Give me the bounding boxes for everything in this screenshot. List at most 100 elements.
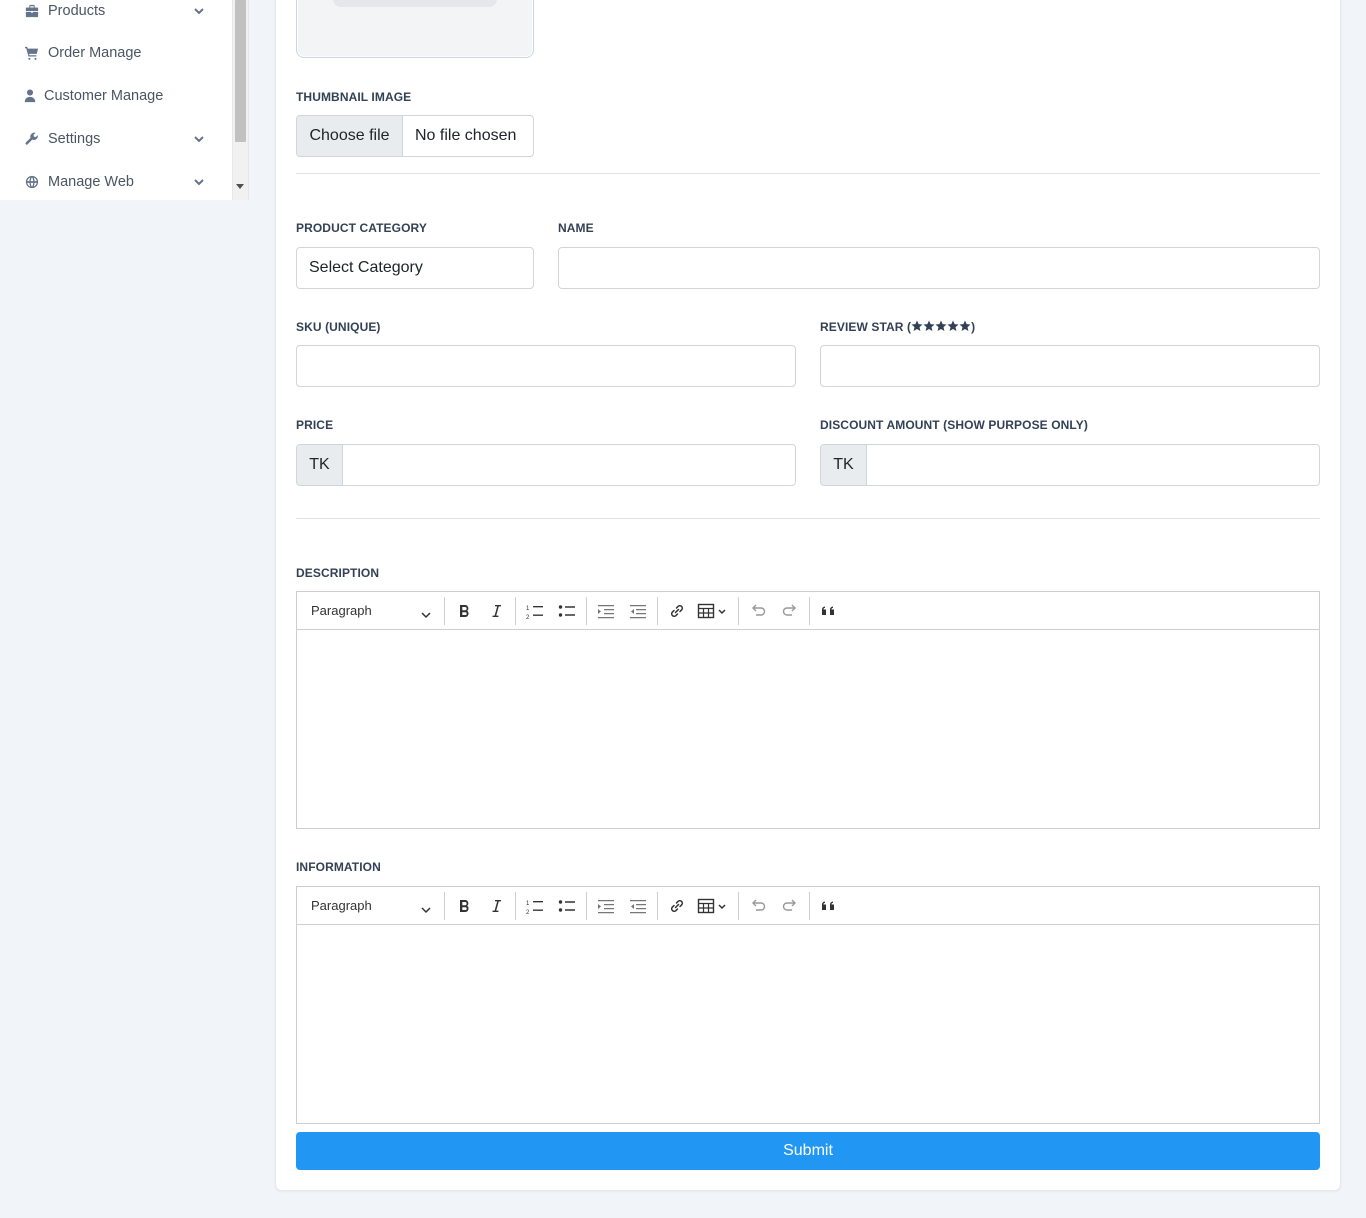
outdent-icon[interactable] <box>623 596 653 626</box>
undo-icon[interactable] <box>743 891 773 921</box>
choose-file-button[interactable]: Choose file <box>297 116 403 156</box>
toolbar-separator <box>657 596 658 625</box>
sidebar-item-label: Products <box>48 3 106 19</box>
indent-icon[interactable] <box>591 891 621 921</box>
description-content-area[interactable] <box>297 630 1319 828</box>
price-input[interactable] <box>343 445 795 485</box>
description-label: DESCRIPTION <box>296 566 380 580</box>
bold-icon[interactable] <box>449 596 479 626</box>
image-preview-placeholder <box>333 0 497 7</box>
undo-icon[interactable] <box>743 596 773 626</box>
wrench-icon <box>24 131 40 147</box>
star-icon <box>923 320 935 332</box>
review-star-input[interactable] <box>820 345 1320 387</box>
numbered-list-icon[interactable]: 12 <box>520 891 550 921</box>
description-editor: Paragraph 12 <box>296 591 1320 829</box>
sidebar-item-label: Order Manage <box>48 45 142 61</box>
blockquote-icon[interactable] <box>814 596 844 626</box>
sidebar: Products Order Manage Customer Manage Se… <box>0 0 249 200</box>
category-label: PRODUCT CATEGORY <box>296 221 427 235</box>
toolbar-separator <box>657 891 658 920</box>
indent-icon[interactable] <box>591 596 621 626</box>
briefcase-icon <box>24 3 40 19</box>
sidebar-item-order-manage[interactable]: Order Manage <box>24 41 214 65</box>
star-icon <box>935 320 947 332</box>
information-content-area[interactable] <box>297 925 1319 1123</box>
review-star-label-prefix: REVIEW STAR ( <box>820 320 912 334</box>
link-icon[interactable] <box>662 596 692 626</box>
submit-button[interactable]: Submit <box>296 1132 1320 1170</box>
svg-text:2: 2 <box>526 615 530 620</box>
sku-label: SKU (UNIQUE) <box>296 320 381 334</box>
scroll-down-arrow-icon[interactable] <box>236 184 244 189</box>
link-icon[interactable] <box>662 891 692 921</box>
toolbar-separator <box>738 596 739 625</box>
editor-toolbar: Paragraph 12 <box>297 592 1319 630</box>
heading-dropdown-value: Paragraph <box>311 603 372 618</box>
table-icon[interactable] <box>694 891 734 921</box>
italic-icon[interactable] <box>481 596 511 626</box>
cart-icon <box>24 45 40 61</box>
chevron-down-icon <box>421 607 431 622</box>
chevron-down-icon <box>192 175 206 189</box>
price-currency-addon: TK <box>297 445 343 485</box>
chevron-down-icon <box>192 132 206 146</box>
sidebar-item-customer-manage[interactable]: Customer Manage <box>24 84 214 108</box>
sidebar-item-manage-web[interactable]: Manage Web <box>24 170 214 194</box>
category-select[interactable]: Select Category <box>296 247 534 289</box>
price-label: PRICE <box>296 418 334 432</box>
sidebar-item-products[interactable]: Products <box>24 0 214 23</box>
discount-input[interactable] <box>867 445 1319 485</box>
svg-text:1: 1 <box>526 606 530 612</box>
redo-icon[interactable] <box>775 596 805 626</box>
toolbar-separator <box>515 891 516 920</box>
redo-icon[interactable] <box>775 891 805 921</box>
sidebar-item-label: Manage Web <box>48 174 134 190</box>
discount-input-group[interactable]: TK <box>820 444 1320 486</box>
heading-dropdown[interactable]: Paragraph <box>299 891 441 921</box>
outdent-icon[interactable] <box>623 891 653 921</box>
bold-icon[interactable] <box>449 891 479 921</box>
review-star-label: REVIEW STAR () <box>820 320 975 334</box>
star-icon <box>911 320 923 332</box>
toolbar-separator <box>809 891 810 920</box>
sidebar-item-label: Settings <box>48 131 101 147</box>
bulleted-list-icon[interactable] <box>552 891 582 921</box>
toolbar-separator <box>444 596 445 625</box>
thumbnail-file-input[interactable]: Choose file No file chosen <box>296 115 534 157</box>
discount-label: DISCOUNT AMOUNT (SHOW PURPOSE ONLY) <box>820 418 1088 432</box>
chevron-down-icon <box>421 902 431 917</box>
toolbar-separator <box>444 891 445 920</box>
editor-toolbar: Paragraph 12 <box>297 887 1319 925</box>
star-icon <box>959 320 971 332</box>
price-input-group[interactable]: TK <box>296 444 796 486</box>
thumbnail-label: THUMBNAIL IMAGE <box>296 90 412 104</box>
table-icon[interactable] <box>694 596 734 626</box>
user-icon <box>24 88 36 104</box>
review-star-label-suffix: ) <box>971 320 976 334</box>
blockquote-icon[interactable] <box>814 891 844 921</box>
information-editor: Paragraph 12 <box>296 886 1320 1124</box>
divider <box>296 173 1320 174</box>
globe-icon <box>24 174 40 190</box>
heading-dropdown[interactable]: Paragraph <box>299 596 441 626</box>
sku-input[interactable] <box>296 345 796 387</box>
discount-currency-addon: TK <box>821 445 867 485</box>
information-label: INFORMATION <box>296 860 381 874</box>
svg-text:1: 1 <box>526 901 530 907</box>
numbered-list-icon[interactable]: 12 <box>520 596 550 626</box>
italic-icon[interactable] <box>481 891 511 921</box>
sidebar-item-label: Customer Manage <box>44 88 164 104</box>
stars <box>911 320 971 334</box>
divider <box>296 518 1320 519</box>
bulleted-list-icon[interactable] <box>552 596 582 626</box>
toolbar-separator <box>586 596 587 625</box>
file-status: No file chosen <box>415 127 517 144</box>
name-input[interactable] <box>558 247 1320 289</box>
sidebar-item-settings[interactable]: Settings <box>24 127 214 151</box>
toolbar-separator <box>738 891 739 920</box>
image-preview <box>296 0 534 58</box>
svg-text:2: 2 <box>526 910 530 915</box>
sidebar-scrollbar-thumb[interactable] <box>235 0 246 142</box>
toolbar-separator <box>515 596 516 625</box>
